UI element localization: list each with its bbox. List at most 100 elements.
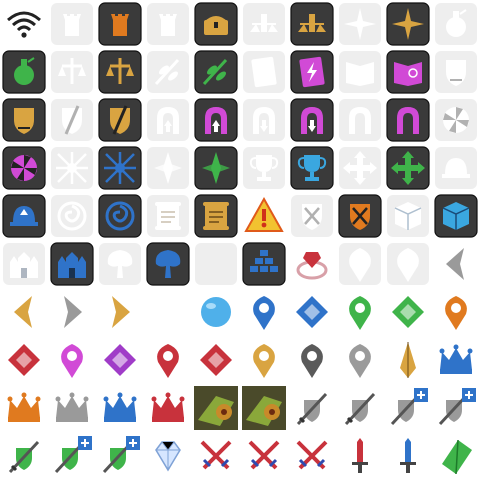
shield-scales-icon: [2, 98, 46, 142]
icon-cell: [240, 48, 288, 96]
scales-hands-icon: [98, 50, 142, 94]
move-arrows-icon: [339, 147, 381, 189]
icon-cell: [240, 384, 288, 432]
balance-tower-icon: [290, 2, 334, 46]
map-pin-icon: [61, 344, 83, 378]
icon-cell: [288, 192, 336, 240]
spike-pin-icon: [400, 342, 416, 378]
icon-cell: [192, 96, 240, 144]
trophy-icon: [290, 146, 334, 190]
tower-icon: [98, 2, 142, 46]
tower-icon: [147, 3, 189, 45]
diamond-marker-icon: [8, 344, 40, 376]
dome-icon: [2, 194, 46, 238]
icon-cell: [288, 144, 336, 192]
chest-artwork-icon: [194, 386, 238, 430]
radial-icon: [435, 99, 477, 141]
spellbook-icon: [339, 51, 381, 93]
icon-cell: [384, 144, 432, 192]
icon-cell: [240, 288, 288, 336]
icon-sprite-sheet: [0, 0, 480, 480]
icon-cell: [0, 0, 48, 48]
icon-cell: [384, 48, 432, 96]
lightning-card-icon: [290, 50, 334, 94]
crown-icon: [103, 392, 137, 422]
icon-cell: [48, 192, 96, 240]
sword-shield-icon: [344, 392, 376, 426]
castle-icon: [3, 243, 45, 285]
icon-cell: [432, 240, 480, 288]
diamond-marker-icon: [296, 296, 328, 328]
sword-icon: [400, 438, 416, 473]
wifi-icon: [7, 11, 41, 38]
shield-scales-icon: [435, 51, 477, 93]
icon-cell: [192, 144, 240, 192]
icon-cell: [336, 288, 384, 336]
icon-cell: [192, 432, 240, 480]
icon-cell: [144, 144, 192, 192]
icon-cell: [0, 384, 48, 432]
icon-cell: [144, 48, 192, 96]
spellbook-icon: [386, 50, 430, 94]
icon-cell: [96, 48, 144, 96]
map-pin-icon: [253, 296, 275, 330]
icon-cell: [288, 288, 336, 336]
icon-cell: [288, 384, 336, 432]
icon-cell: [96, 288, 144, 336]
diamond-gem-icon: [155, 441, 181, 472]
balance-tower-icon: [243, 3, 285, 45]
icon-cell: [192, 192, 240, 240]
icon-cell: [0, 240, 48, 288]
map-pin-icon: [349, 344, 371, 378]
icon-cell: [288, 336, 336, 384]
sword-shield-plus-icon: [102, 436, 140, 474]
icon-cell: [432, 48, 480, 96]
dome-icon: [435, 147, 477, 189]
ruby-ring-icon: [296, 252, 328, 280]
icon-cell: [384, 336, 432, 384]
broken-shield-icon: [98, 98, 142, 142]
icon-cell: [96, 240, 144, 288]
icon-cell: [48, 288, 96, 336]
tree-icon: [146, 242, 190, 286]
diamond-marker-icon: [392, 296, 424, 328]
castle-icon: [50, 242, 94, 286]
icon-cell: [144, 240, 192, 288]
map-pin-icon: [445, 296, 467, 330]
green-crystal-icon: [442, 439, 472, 475]
icon-cell: [336, 144, 384, 192]
icon-cell: [48, 96, 96, 144]
sword-shield-plus-icon: [54, 436, 92, 474]
map-pin-icon: [387, 243, 429, 285]
spiral-icon: [51, 195, 93, 237]
blank-icon: [146, 290, 190, 334]
icon-cell: [240, 144, 288, 192]
tree-icon: [99, 243, 141, 285]
icon-cell: [336, 240, 384, 288]
icon-cell: [288, 240, 336, 288]
icon-cell: [336, 432, 384, 480]
icon-cell: [144, 96, 192, 144]
warning-icon: [244, 196, 284, 232]
icon-cell: [336, 192, 384, 240]
icon-cell: [432, 432, 480, 480]
crossed-swords-icon: [200, 440, 232, 470]
broken-shield-icon: [51, 99, 93, 141]
map-pin-icon: [349, 296, 371, 330]
icon-cell: [48, 0, 96, 48]
sword-shield-plus-icon: [390, 388, 428, 426]
icon-cell: [288, 48, 336, 96]
trophy-icon: [243, 147, 285, 189]
icon-cell: [432, 0, 480, 48]
icon-cell: [192, 240, 240, 288]
vortex-icon: [51, 147, 93, 189]
crown-icon: [439, 344, 473, 374]
arch-down-icon: [243, 99, 285, 141]
icon-cell: [240, 432, 288, 480]
icon-cell: [0, 96, 48, 144]
sword-shield-icon: [296, 392, 328, 426]
icon-cell: [48, 48, 96, 96]
spiral-icon: [98, 194, 142, 238]
map-pin-icon: [253, 344, 275, 378]
icon-cell: [48, 384, 96, 432]
